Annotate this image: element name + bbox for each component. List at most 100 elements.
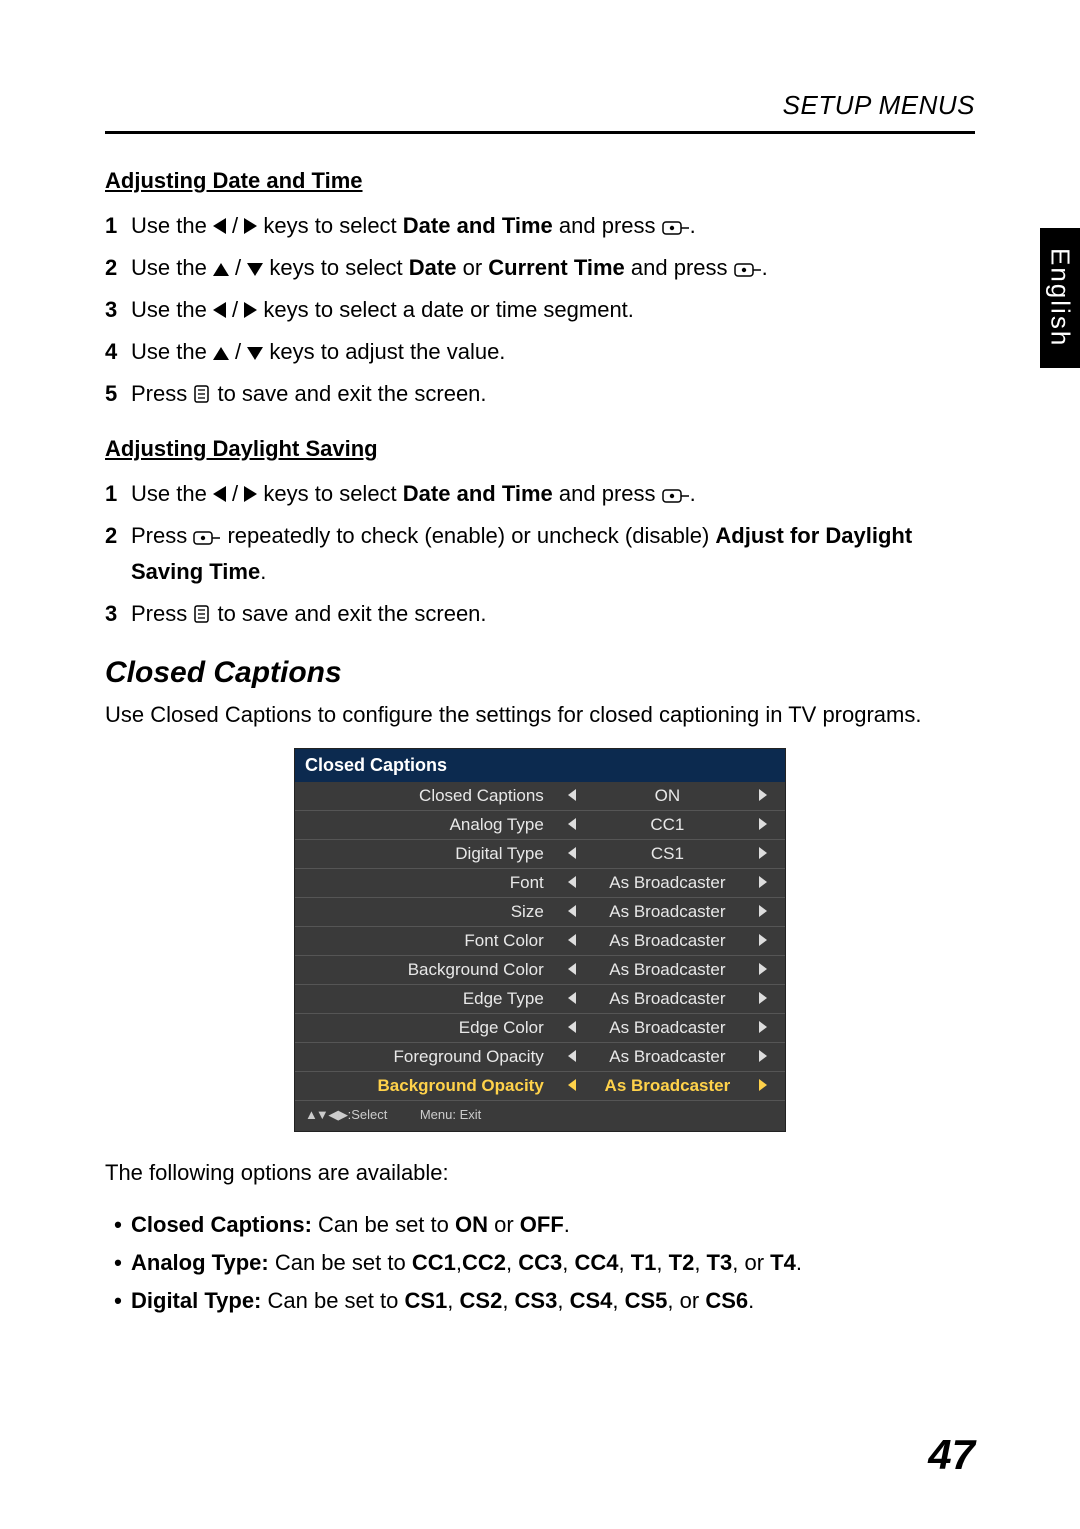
right-arrow-icon [759,1021,767,1033]
right-arrow-icon [759,876,767,888]
enter-icon [734,255,762,280]
options-intro: The following options are available: [105,1158,975,1188]
table-row: Font Color As Broadcaster [295,927,785,956]
nav-arrows-icon: ▲▼ ◀ ▶ [305,1107,348,1122]
left-arrow-icon [568,963,576,975]
table-row: Digital Type CS1 [295,840,785,869]
list-item: 5Press to save and exit the screen. [105,376,975,412]
list-item: 1Use the / keys to select Date and Time … [105,208,975,244]
lead-text: Use Closed Captions to configure the set… [105,700,975,730]
left-arrow-icon [568,1050,576,1062]
table-row: Font As Broadcaster [295,869,785,898]
table-row: Background Color As Broadcaster [295,956,785,985]
page-header: SETUP MENUS [105,90,975,121]
menu-icon [193,381,211,406]
enter-icon [662,213,690,238]
osd-row-label: Foreground Opacity [295,1043,550,1072]
list-item: Analog Type: Can be set to CC1,CC2, CC3,… [105,1244,975,1282]
left-arrow-icon [568,934,576,946]
osd-row-label: Size [295,898,550,927]
left-arrow-icon [213,218,226,234]
osd-row-label: Analog Type [295,811,550,840]
right-arrow-icon [759,905,767,917]
options-list: Closed Captions: Can be set to ON or OFF… [105,1206,975,1320]
right-arrow-icon [759,789,767,801]
osd-row-value: CC1 [594,811,741,840]
osd-row-label: Edge Type [295,985,550,1014]
osd-row-label: Digital Type [295,840,550,869]
left-arrow-icon [568,818,576,830]
osd-row-value: CS1 [594,840,741,869]
enter-icon [193,523,221,548]
subheading-daylight: Adjusting Daylight Saving [105,436,975,462]
right-arrow-icon [759,818,767,830]
list-item: 2Press repeatedly to check (enable) or u… [105,518,975,590]
osd-row-value: As Broadcaster [594,985,741,1014]
left-arrow-icon [568,847,576,859]
left-arrow-icon [213,302,226,318]
enter-icon [662,481,690,506]
left-arrow-icon [568,992,576,1004]
section-closed-captions: Closed Captions [105,656,975,690]
left-arrow-icon [568,905,576,917]
osd-row-value: ON [594,782,741,811]
page-number: 47 [928,1431,975,1479]
steps-daylight: 1Use the / keys to select Date and Time … [105,476,975,632]
list-item: 3Press to save and exit the screen. [105,596,975,632]
osd-row-label: Background Color [295,956,550,985]
osd-screenshot: Closed Captions Closed CaptionsONAnalog … [294,748,786,1132]
up-arrow-icon [213,263,229,276]
osd-table: Closed CaptionsONAnalog TypeCC1Digital T… [295,782,785,1100]
language-tab: English [1040,228,1080,368]
right-arrow-icon [759,934,767,946]
osd-row-label: Edge Color [295,1014,550,1043]
right-arrow-icon [759,847,767,859]
table-row: Size As Broadcaster [295,898,785,927]
right-arrow-icon [759,963,767,975]
osd-row-label: Font [295,869,550,898]
header-rule [105,131,975,134]
osd-title: Closed Captions [295,749,785,782]
right-arrow-icon [244,302,257,318]
osd-row-label: Font Color [295,927,550,956]
osd-row-value: As Broadcaster [594,869,741,898]
table-row: Foreground Opacity As Broadcaster [295,1043,785,1072]
list-item: 1Use the / keys to select Date and Time … [105,476,975,512]
left-arrow-icon [568,1021,576,1033]
osd-row-value: As Broadcaster [594,1072,741,1101]
osd-row-value: As Broadcaster [594,1014,741,1043]
table-row: Closed Captions ON [295,782,785,811]
menu-icon [193,601,211,626]
table-row: Background Opacity As Broadcaster [295,1072,785,1101]
osd-footer: ▲▼ ◀ ▶ :Select Menu: Exit [295,1100,785,1131]
osd-row-value: As Broadcaster [594,956,741,985]
left-arrow-icon [568,789,576,801]
up-arrow-icon [213,347,229,360]
list-item: 2Use the / keys to select Date or Curren… [105,250,975,286]
right-arrow-icon [244,486,257,502]
list-item: 4Use the / keys to adjust the value. [105,334,975,370]
manual-page: SETUP MENUS English Adjusting Date and T… [0,0,1080,1529]
osd-row-value: As Broadcaster [594,927,741,956]
down-arrow-icon [247,263,263,276]
left-arrow-icon [213,486,226,502]
left-arrow-icon [568,876,576,888]
language-label: English [1045,248,1076,347]
right-arrow-icon [759,992,767,1004]
right-arrow-icon [759,1050,767,1062]
down-arrow-icon [247,347,263,360]
table-row: Edge Type As Broadcaster [295,985,785,1014]
subheading-date-time: Adjusting Date and Time [105,168,975,194]
steps-date-time: 1Use the / keys to select Date and Time … [105,208,975,412]
list-item: 3Use the / keys to select a date or time… [105,292,975,328]
right-arrow-icon [759,1079,767,1091]
osd-row-label: Closed Captions [295,782,550,811]
left-arrow-icon [568,1079,576,1091]
right-arrow-icon [244,218,257,234]
osd-row-label: Background Opacity [295,1072,550,1101]
list-item: Closed Captions: Can be set to ON or OFF… [105,1206,975,1244]
osd-row-value: As Broadcaster [594,898,741,927]
osd-row-value: As Broadcaster [594,1043,741,1072]
list-item: Digital Type: Can be set to CS1, CS2, CS… [105,1282,975,1320]
table-row: Edge Color As Broadcaster [295,1014,785,1043]
